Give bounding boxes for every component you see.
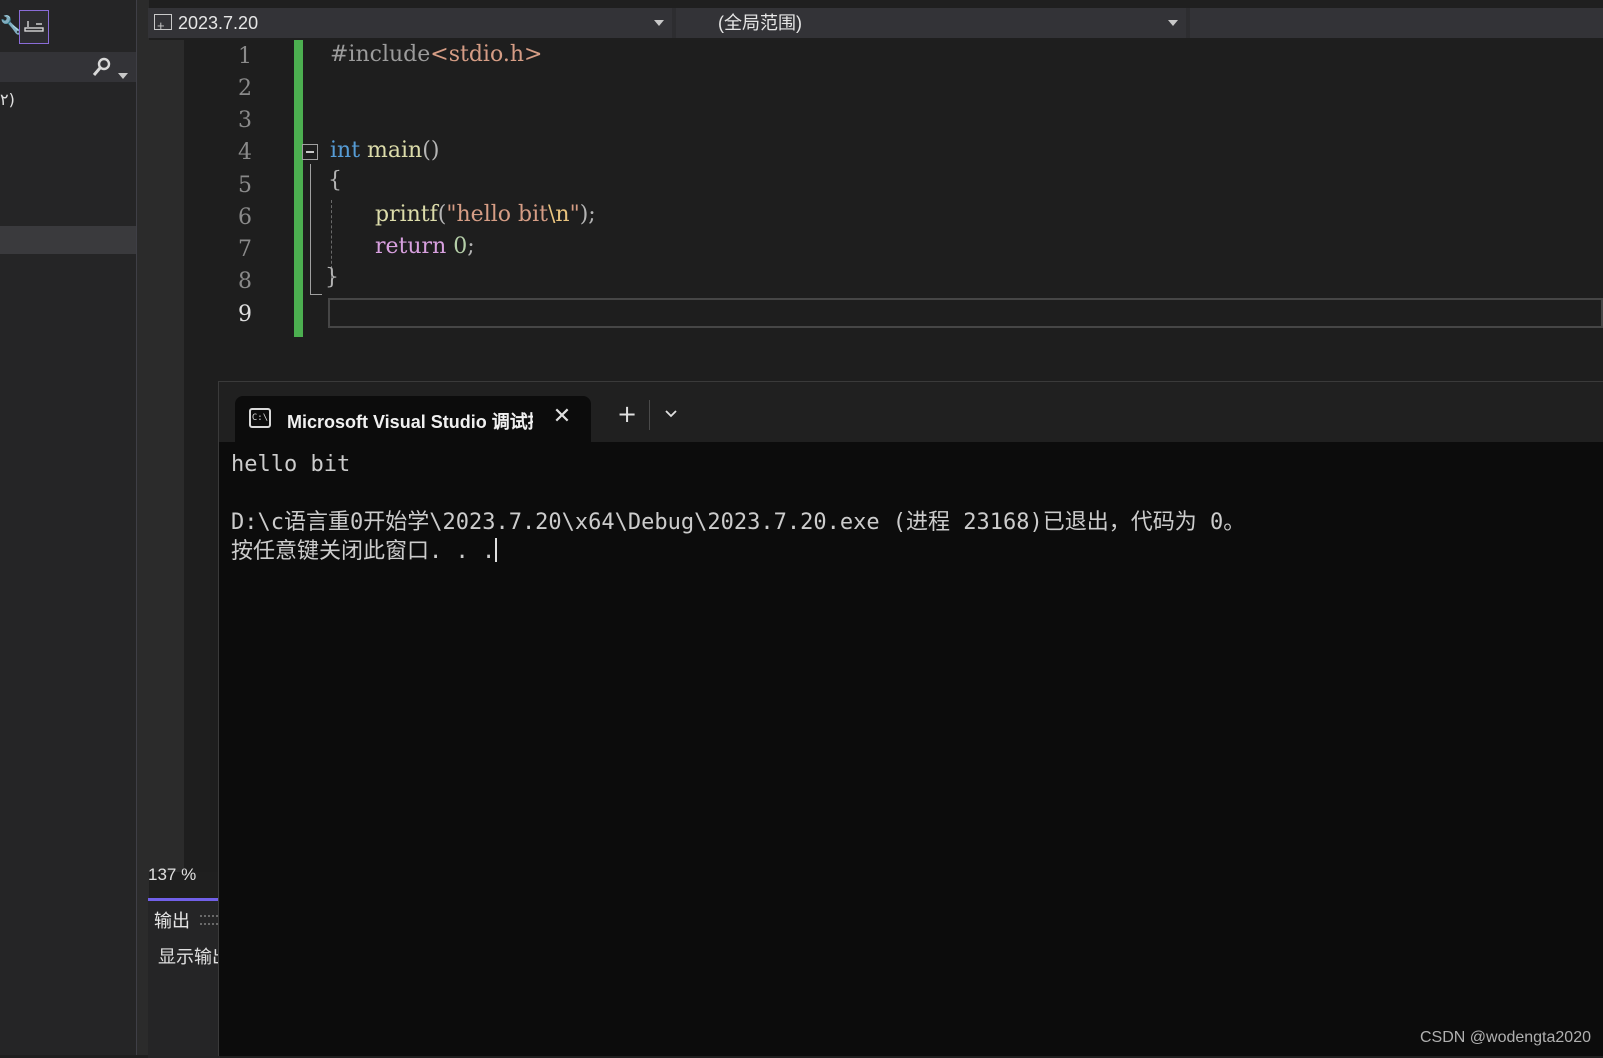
output-panel: 输出 显示输出 [148,898,230,1058]
wrench-icon[interactable]: 🔧 [0,14,22,38]
solution-search-box[interactable] [0,52,136,82]
zoom-level[interactable]: 137 % [148,862,218,888]
open-brace: { [328,168,342,193]
debug-console-window[interactable]: C:\ Microsoft Visual Studio 调试控制台 ✕ + he… [218,381,1603,1056]
close-icon[interactable]: ✕ [551,406,573,428]
chevron-down-icon[interactable] [657,400,685,428]
collapse-icon[interactable] [302,144,318,160]
function-name: main [360,138,423,163]
terminal-icon: C:\ [249,408,271,428]
text-cursor [495,538,498,562]
console-tab-title: Microsoft Visual Studio 调试控制台 [287,412,533,432]
code-line-7: return 0; [375,234,475,259]
type-keyword: int [330,138,361,163]
chevron-down-icon[interactable] [118,64,128,83]
project-icon: + [154,14,172,33]
scope-dropdown-label: (全局范围) [718,13,802,33]
line-number-current: 9 [238,302,252,327]
string-quote: " [569,202,580,227]
escape-sequence: \n [547,202,570,227]
tab-separator [649,400,650,430]
include-header: <stdio.h> [430,42,543,67]
code-line-4: int main() [330,138,439,163]
project-dropdown[interactable]: + 2023.7.20 [148,8,672,38]
scope-dropdown[interactable]: (全局范围) [676,8,1186,38]
line-number: 7 [238,237,252,262]
line-number: 3 [238,108,252,133]
member-dropdown[interactable] [1190,8,1603,38]
close-brace: } [325,265,339,290]
string-literal: "hello bit [446,202,548,227]
line-number: 8 [238,269,252,294]
line-number: 4 [238,140,252,165]
view-toggle-icon[interactable] [19,10,49,44]
console-line: D:\c语言重0开始学\2023.7.20\x64\Debug\2023.7.2… [231,510,1246,535]
code-line-6: printf("hello bit\n"); [375,202,596,227]
solution-explorer-panel: 🔧 ۲) [0,0,136,1055]
search-icon[interactable] [92,57,112,81]
console-line: 按任意键关闭此窗口. . . [231,539,496,564]
punctuation: ; [467,234,475,259]
preprocessor-directive: #include [330,42,431,67]
current-line-highlight [328,298,1603,328]
console-line: hello bit [231,452,351,477]
code-line-1: #include<stdio.h> [330,42,542,67]
watermark: CSDN @wodengta2020 [1419,1029,1591,1046]
output-panel-title[interactable]: 输出 [154,907,190,933]
function-call: printf [375,202,438,227]
code-line-5: { [328,168,342,193]
punctuation: () [422,138,440,163]
code-line-8: } [325,265,339,290]
line-number: 5 [238,173,252,198]
console-tab-bar: C:\ Microsoft Visual Studio 调试控制台 ✕ + [219,382,1603,442]
line-number: 1 [238,44,252,69]
new-tab-button[interactable]: + [613,400,641,428]
tree-item-fragment[interactable]: ۲) [0,90,136,116]
fold-guide-end [310,294,322,295]
chevron-down-icon [1168,20,1178,26]
editor-margin [148,40,184,872]
change-tracking-bar [294,40,303,337]
console-output[interactable]: hello bit D:\c语言重0开始学\2023.7.20\x64\Debu… [231,450,1245,566]
project-dropdown-label: 2023.7.20 [178,13,259,33]
number-literal: 0 [453,234,468,259]
punctuation: ); [579,202,596,227]
editor-navigation-bar: + 2023.7.20 (全局范围) [148,8,1603,38]
line-number: 6 [238,205,252,230]
panel-grip-icon[interactable] [200,915,218,925]
return-keyword: return [375,234,447,259]
console-tab[interactable]: C:\ Microsoft Visual Studio 调试控制台 ✕ [235,396,591,442]
line-number: 2 [238,76,252,101]
solution-explorer-toolbar: 🔧 [0,0,136,50]
fold-guide [310,164,311,294]
chevron-down-icon [654,20,664,26]
tree-item-selected[interactable] [0,226,136,254]
